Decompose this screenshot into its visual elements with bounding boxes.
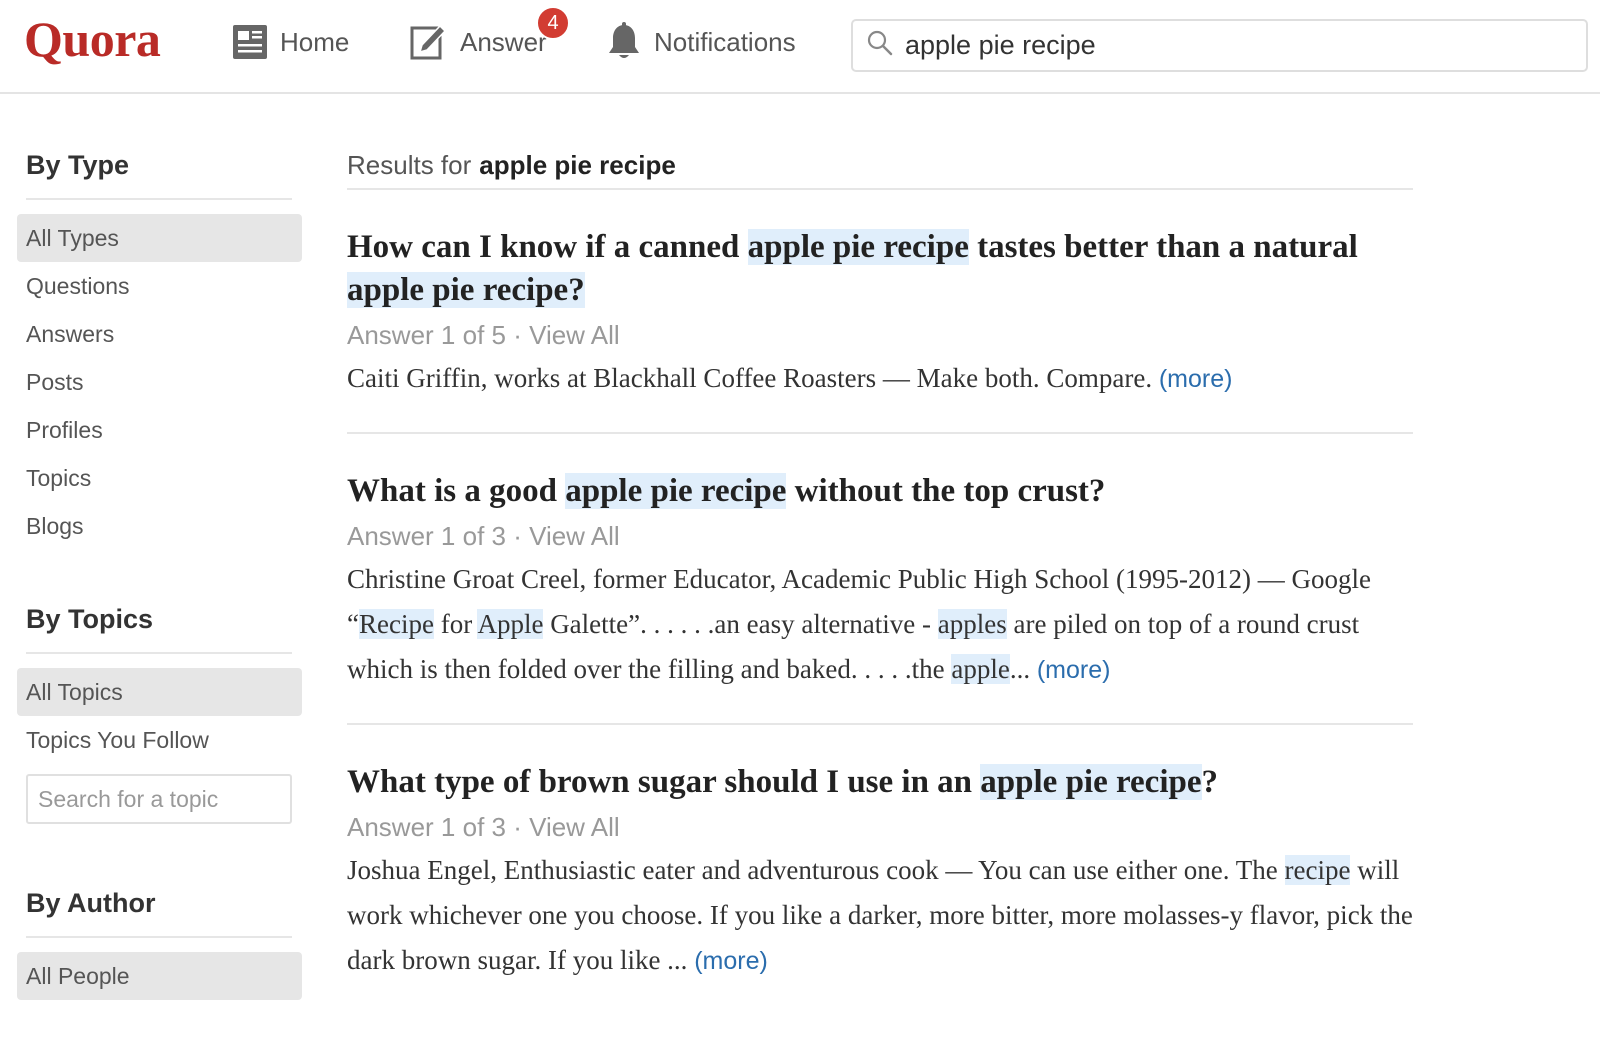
results-prefix: Results for [347,149,472,180]
filter-all-people[interactable]: All People [17,952,302,1000]
highlighted-term: Recipe [358,609,434,639]
highlighted-term: apples [937,609,1007,639]
results-query: apple pie recipe [479,149,676,180]
filter-topics[interactable]: Topics [17,454,302,502]
result-item: What type of brown sugar should I use in… [347,725,1413,1014]
divider [26,198,292,200]
highlighted-term: apple pie recipe [747,229,969,265]
results-heading: Results for apple pie recipe [347,142,1413,188]
search-icon [867,30,893,61]
highlighted-term: apple pie recipe [565,473,787,509]
answer-meta[interactable]: Answer 1 of 5 · View All [347,316,1413,354]
text-segment: Galette”. . . . . .an easy alternative - [543,609,938,639]
question-title-link[interactable]: What type of brown sugar should I use in… [347,761,1413,804]
bell-icon [606,22,642,62]
divider [26,936,292,938]
by-topics-heading: By Topics [26,604,154,634]
filter-all-topics[interactable]: All Topics [17,668,302,716]
more-link[interactable]: (more) [1037,656,1111,684]
more-link[interactable]: (more) [1159,365,1233,393]
nav-notifications-label: Notifications [654,26,796,57]
pen-icon [410,22,448,62]
text-segment: What type of brown sugar should I use in… [347,764,981,800]
filter-topics-you-follow[interactable]: Topics You Follow [17,716,302,764]
nav-answer[interactable]: Answer [410,18,547,66]
answer-meta[interactable]: Answer 1 of 3 · View All [347,808,1413,846]
result-item: How can I know if a canned apple pie rec… [347,190,1413,434]
question-title-link[interactable]: What is a good apple pie recipe without … [347,470,1413,513]
results-list: How can I know if a canned apple pie rec… [347,190,1413,1014]
text-segment: Joshua Engel, Enthusiastic eater and adv… [347,855,1285,885]
highlighted-term: apple pie recipe [980,764,1202,800]
result-item: What is a good apple pie recipe without … [347,434,1413,725]
filter-posts[interactable]: Posts [17,358,302,406]
highlighted-term: apple [951,654,1010,684]
text-segment: How can I know if a canned [347,229,748,265]
news-feed-icon [232,23,268,61]
search-input[interactable] [905,30,1545,61]
question-title-link[interactable]: How can I know if a canned apple pie rec… [347,226,1413,312]
filter-blogs[interactable]: Blogs [17,502,302,550]
text-segment: for [433,609,478,639]
more-link[interactable]: (more) [694,947,768,975]
answer-snippet: Caiti Griffin, works at Blackhall Coffee… [347,356,1413,402]
top-header: Quora Home Answer 4 Notifications apple … [0,0,1600,94]
text-segment: Caiti Griffin, works at Blackhall Coffee… [347,363,1159,393]
by-type-heading: By Type [26,150,130,180]
answer-count-badge: 4 [536,6,570,40]
filter-all-types[interactable]: All Types [17,214,302,262]
quora-logo[interactable]: Quora [24,10,161,68]
nav-home[interactable]: Home [232,18,349,66]
answer-snippet: Joshua Engel, Enthusiastic eater and adv… [347,848,1413,984]
search-results: Results for apple pie recipe How can I k… [347,142,1413,1014]
highlighted-term: Apple [477,609,544,639]
filter-questions[interactable]: Questions [17,262,302,310]
topic-search-input[interactable] [38,785,278,813]
filter-profiles[interactable]: Profiles [17,406,302,454]
nav-notifications[interactable]: Notifications [606,18,796,66]
highlighted-term: recipe [1284,855,1351,885]
nav-home-label: Home [280,26,350,57]
answer-meta[interactable]: Answer 1 of 3 · View All [347,517,1413,555]
text-segment: without the top crust? [786,473,1106,509]
highlighted-term: apple pie recipe? [347,272,585,308]
search-bar[interactable] [851,19,1588,72]
nav-answer-label: Answer [460,26,547,57]
text-segment: ... [1009,654,1037,684]
filter-sidebar: By Type All Types Questions Answers Post… [17,150,302,1000]
topic-search-box[interactable] [26,774,292,824]
by-author-heading: By Author [26,888,156,918]
divider [26,652,292,654]
text-segment: ? [1201,764,1219,800]
text-segment: What is a good [347,473,566,509]
filter-answers[interactable]: Answers [17,310,302,358]
answer-snippet: Christine Groat Creel, former Educator, … [347,557,1413,693]
text-segment: tastes better than a natural [968,229,1358,265]
